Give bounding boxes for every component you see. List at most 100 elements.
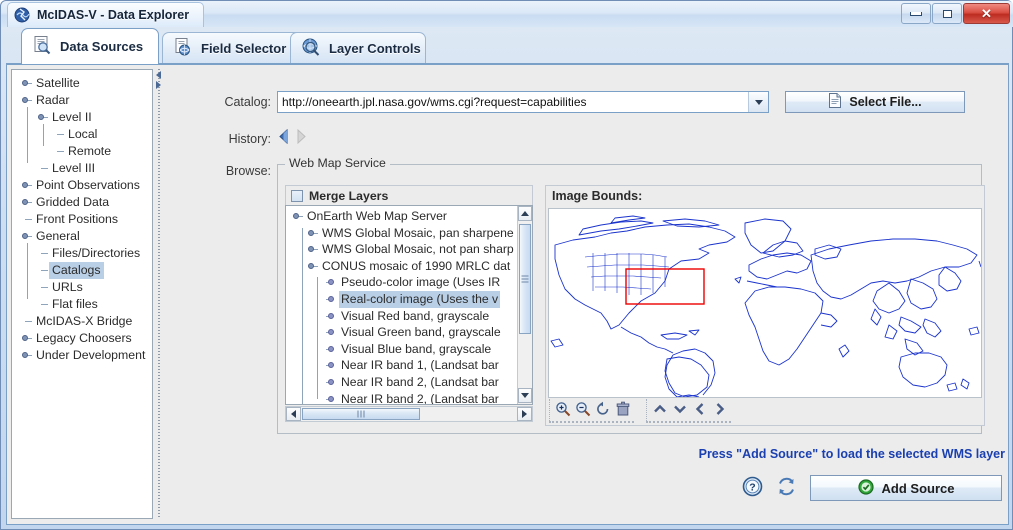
tab-field-selector[interactable]: Field Selector xyxy=(162,32,305,64)
layer-tree-item[interactable]: Visual Red band, grayscale xyxy=(286,308,533,325)
layer-tree-label: Visual Blue band, grayscale xyxy=(339,341,493,358)
map-toolbar xyxy=(549,400,731,422)
world-map-preview[interactable] xyxy=(548,208,982,398)
tree-connector xyxy=(43,124,44,146)
bullet-icon xyxy=(328,329,334,335)
chevron-up-icon[interactable] xyxy=(651,400,669,418)
layers-panel: Merge Layers OnEarth Web Map ServerWMS G… xyxy=(285,185,533,426)
catalog-dropdown-button[interactable] xyxy=(748,92,768,112)
scroll-down-button[interactable] xyxy=(518,388,532,403)
catalog-input[interactable]: http://oneearth.jpl.nasa.gov/wms.cgi?req… xyxy=(278,95,748,109)
zoom-in-icon[interactable] xyxy=(554,400,572,418)
application-window: McIDAS-V - Data Explorer ✕ xyxy=(0,0,1013,530)
layer-tree-label: Near IR band 2, (Landsat bar xyxy=(339,374,501,391)
tree-expand-toggle-icon[interactable] xyxy=(291,208,303,225)
reset-icon[interactable] xyxy=(594,400,612,418)
sidebar-item-remote[interactable]: Remote xyxy=(16,143,152,160)
minimize-button[interactable] xyxy=(901,3,931,24)
sidebar-item-under-development[interactable]: Under Development xyxy=(16,347,152,364)
layer-tree-item[interactable]: WMS Global Mosaic, pan sharpene xyxy=(286,225,533,242)
document-globe-icon xyxy=(173,37,193,60)
tree-expand-toggle-icon[interactable] xyxy=(306,241,318,258)
sidebar-item-label: McIDAS-X Bridge xyxy=(33,313,135,330)
tree-expand-toggle-icon[interactable] xyxy=(20,92,31,109)
file-icon xyxy=(828,93,842,111)
caret-up-icon xyxy=(521,211,529,216)
layer-tree-item[interactable]: Visual Blue band, grayscale xyxy=(286,341,533,358)
layer-tree-item[interactable]: WMS Global Mosaic, not pan sharp xyxy=(286,241,533,258)
tab-data-sources[interactable]: Data Sources xyxy=(21,28,159,64)
sidebar-item-legacy-choosers[interactable]: Legacy Choosers xyxy=(16,330,152,347)
sidebar-item-files-directories[interactable]: Files/Directories xyxy=(16,245,152,262)
scrollbar-thumb[interactable] xyxy=(519,224,531,334)
merge-layers-row[interactable]: Merge Layers xyxy=(285,185,533,205)
tree-leaf-icon xyxy=(52,126,63,143)
sidebar-item-level-ii[interactable]: Level II xyxy=(16,109,152,126)
sidebar-item-level-iii[interactable]: Level III xyxy=(16,160,152,177)
chevron-right-icon[interactable] xyxy=(711,400,729,418)
tree-expand-toggle-icon[interactable] xyxy=(20,347,31,364)
tree-expand-toggle-icon[interactable] xyxy=(306,258,318,275)
sidebar-item-gridded-data[interactable]: Gridded Data xyxy=(16,194,152,211)
sidebar-item-local[interactable]: Local xyxy=(16,126,152,143)
sidebar-item-front-positions[interactable]: Front Positions xyxy=(16,211,152,228)
layer-tree-label: OnEarth Web Map Server xyxy=(305,208,449,225)
tree-connector xyxy=(317,277,318,398)
merge-layers-checkbox[interactable] xyxy=(291,190,303,202)
sidebar-item-radar[interactable]: Radar xyxy=(16,92,152,109)
tree-leaf-icon xyxy=(20,313,31,330)
layer-leaf-icon xyxy=(321,324,333,341)
tree-expand-toggle-icon[interactable] xyxy=(36,109,47,126)
layer-leaf-icon xyxy=(321,357,333,374)
tree-expand-toggle-icon[interactable] xyxy=(20,177,31,194)
layer-leaf-icon xyxy=(321,291,333,308)
close-button[interactable]: ✕ xyxy=(963,3,1010,24)
scroll-left-button[interactable] xyxy=(286,407,301,421)
sidebar-item-point-observations[interactable]: Point Observations xyxy=(16,177,152,194)
trash-icon[interactable] xyxy=(614,400,632,418)
h-scrollbar-thumb[interactable] xyxy=(302,408,420,420)
sidebar-item-urls[interactable]: URLs xyxy=(16,279,152,296)
sidebar-item-flat-files[interactable]: Flat files xyxy=(16,296,152,313)
sidebar-item-general[interactable]: General xyxy=(16,228,152,245)
tree-expand-toggle-icon[interactable] xyxy=(20,75,31,92)
tree-expand-toggle-icon[interactable] xyxy=(20,228,31,245)
layer-tree-item[interactable]: Real-color image (Uses the v xyxy=(286,291,533,308)
layer-tree-item[interactable]: Visual Green band, grayscale xyxy=(286,324,533,341)
tree-expand-toggle-icon[interactable] xyxy=(20,330,31,347)
layer-tree-item[interactable]: Pseudo-color image (Uses IR xyxy=(286,274,533,291)
tab-layer-controls[interactable]: Layer Controls xyxy=(290,32,426,64)
scroll-up-button[interactable] xyxy=(518,206,532,221)
collapse-left-icon[interactable] xyxy=(156,71,161,79)
tree-leaf-icon xyxy=(36,160,47,177)
split-pane-divider[interactable] xyxy=(155,69,164,519)
layer-tree-item[interactable]: Near IR band 2, (Landsat bar xyxy=(286,391,533,405)
bullet-icon xyxy=(328,396,334,402)
sidebar-item-satellite[interactable]: Satellite xyxy=(16,75,152,92)
chevron-left-icon[interactable] xyxy=(691,400,709,418)
select-file-label: Select File... xyxy=(849,95,921,109)
scroll-right-button[interactable] xyxy=(517,407,532,421)
refresh-button[interactable] xyxy=(776,476,797,500)
layer-tree-item[interactable]: Near IR band 2, (Landsat bar xyxy=(286,374,533,391)
layer-tree-item[interactable]: Near IR band 1, (Landsat bar xyxy=(286,357,533,374)
maximize-button[interactable] xyxy=(932,3,962,24)
collapse-right-icon[interactable] xyxy=(156,81,161,89)
catalog-combobox[interactable]: http://oneearth.jpl.nasa.gov/wms.cgi?req… xyxy=(277,91,769,113)
layer-tree-item[interactable]: CONUS mosaic of 1990 MRLC dat xyxy=(286,258,533,275)
tree-expand-toggle-icon[interactable] xyxy=(20,194,31,211)
caret-left-icon xyxy=(291,410,296,418)
layer-tree-vertical-scrollbar[interactable] xyxy=(517,206,532,404)
add-source-button[interactable]: Add Source xyxy=(810,475,1002,501)
sidebar-item-mcidas-x-bridge[interactable]: McIDAS-X Bridge xyxy=(16,313,152,330)
help-button[interactable]: ? xyxy=(742,476,763,500)
layer-tree-item[interactable]: OnEarth Web Map Server xyxy=(286,208,533,225)
layer-tree-horizontal-scrollbar[interactable] xyxy=(285,406,533,422)
history-back-button[interactable] xyxy=(277,129,290,147)
bullet-icon xyxy=(328,379,334,385)
tree-expand-toggle-icon[interactable] xyxy=(306,225,318,242)
select-file-button[interactable]: Select File... xyxy=(785,91,965,113)
zoom-out-icon[interactable] xyxy=(574,400,592,418)
sidebar-item-catalogs[interactable]: Catalogs xyxy=(16,262,152,279)
chevron-down-icon[interactable] xyxy=(671,400,689,418)
